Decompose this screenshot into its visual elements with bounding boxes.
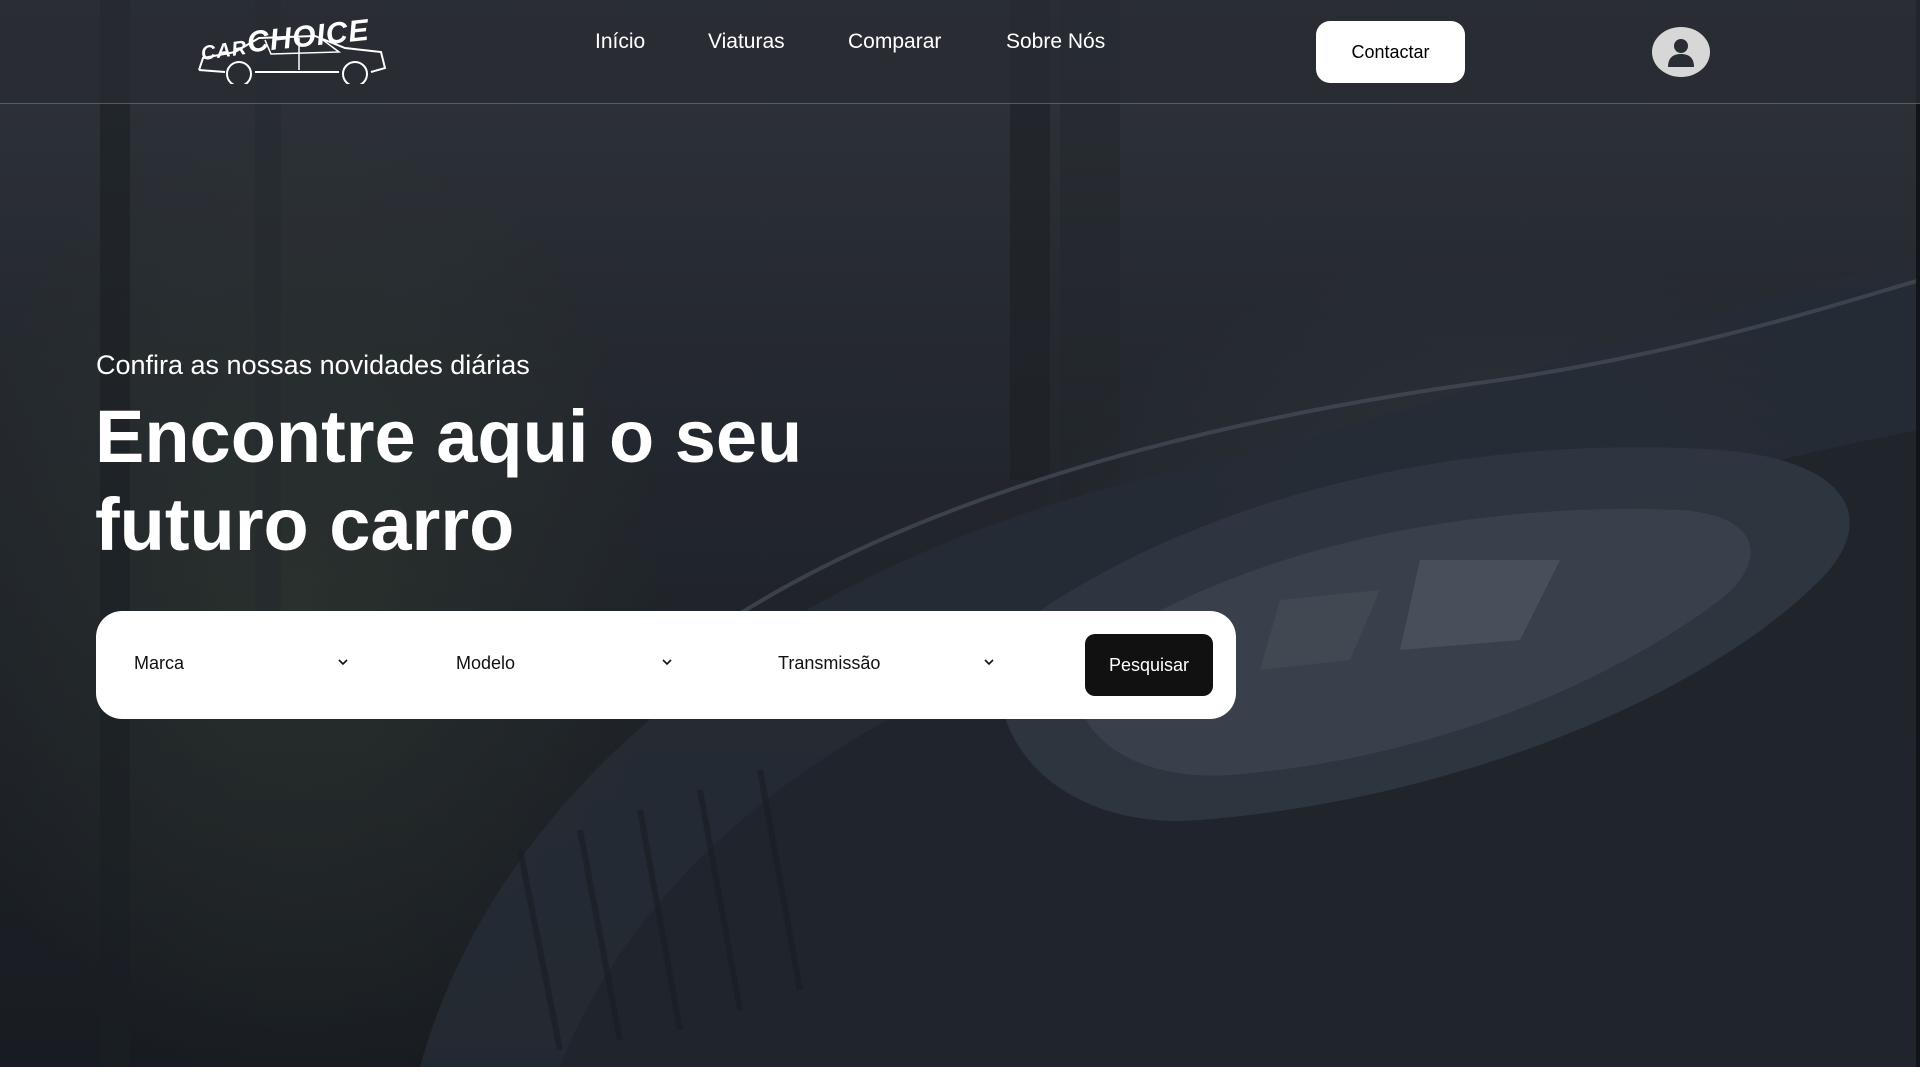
car-outline-icon bbox=[198, 34, 387, 84]
carchoice-logo[interactable]: CAR CHOICE bbox=[195, 12, 391, 84]
model-select-label: Modelo bbox=[456, 652, 516, 673]
transmission-select[interactable]: Transmissão bbox=[778, 641, 1000, 685]
hero-headline: Encontre aqui o seu futuro carro bbox=[95, 393, 855, 569]
model-select[interactable]: Modelo bbox=[456, 641, 678, 685]
hero-headline-line2: futuro carro bbox=[95, 483, 515, 566]
account-button[interactable] bbox=[1652, 27, 1710, 77]
user-icon bbox=[1668, 39, 1694, 67]
brand-select-label: Marca bbox=[134, 652, 185, 673]
brand-select[interactable]: Marca bbox=[134, 641, 356, 685]
chevron-down-icon bbox=[662, 659, 672, 666]
nav-link-inicio[interactable]: Início bbox=[595, 30, 645, 54]
page-scrollbar[interactable] bbox=[1916, 0, 1920, 1067]
chevron-down-icon bbox=[338, 659, 348, 666]
nav-link-viaturas[interactable]: Viaturas bbox=[708, 30, 785, 54]
bottom-edge bbox=[0, 1067, 1920, 1080]
hero-subtitle: Confira as nossas novidades diárias bbox=[96, 350, 530, 380]
nav-link-sobre-nos[interactable]: Sobre Nós bbox=[1006, 30, 1105, 54]
nav-link-comparar[interactable]: Comparar bbox=[848, 30, 941, 54]
transmission-select-label: Transmissão bbox=[778, 652, 881, 673]
hero-headline-line1: Encontre aqui o seu bbox=[95, 395, 803, 478]
page: CAR CHOICE Início Viaturas Comparar Sobr… bbox=[0, 0, 1920, 1080]
contact-button[interactable]: Contactar bbox=[1316, 21, 1465, 83]
chevron-down-icon bbox=[984, 659, 994, 666]
search-panel: Marca Modelo Transmissão Pesquisar bbox=[96, 611, 1236, 719]
site-header: CAR CHOICE Início Viaturas Comparar Sobr… bbox=[0, 0, 1920, 104]
search-button[interactable]: Pesquisar bbox=[1085, 634, 1213, 696]
